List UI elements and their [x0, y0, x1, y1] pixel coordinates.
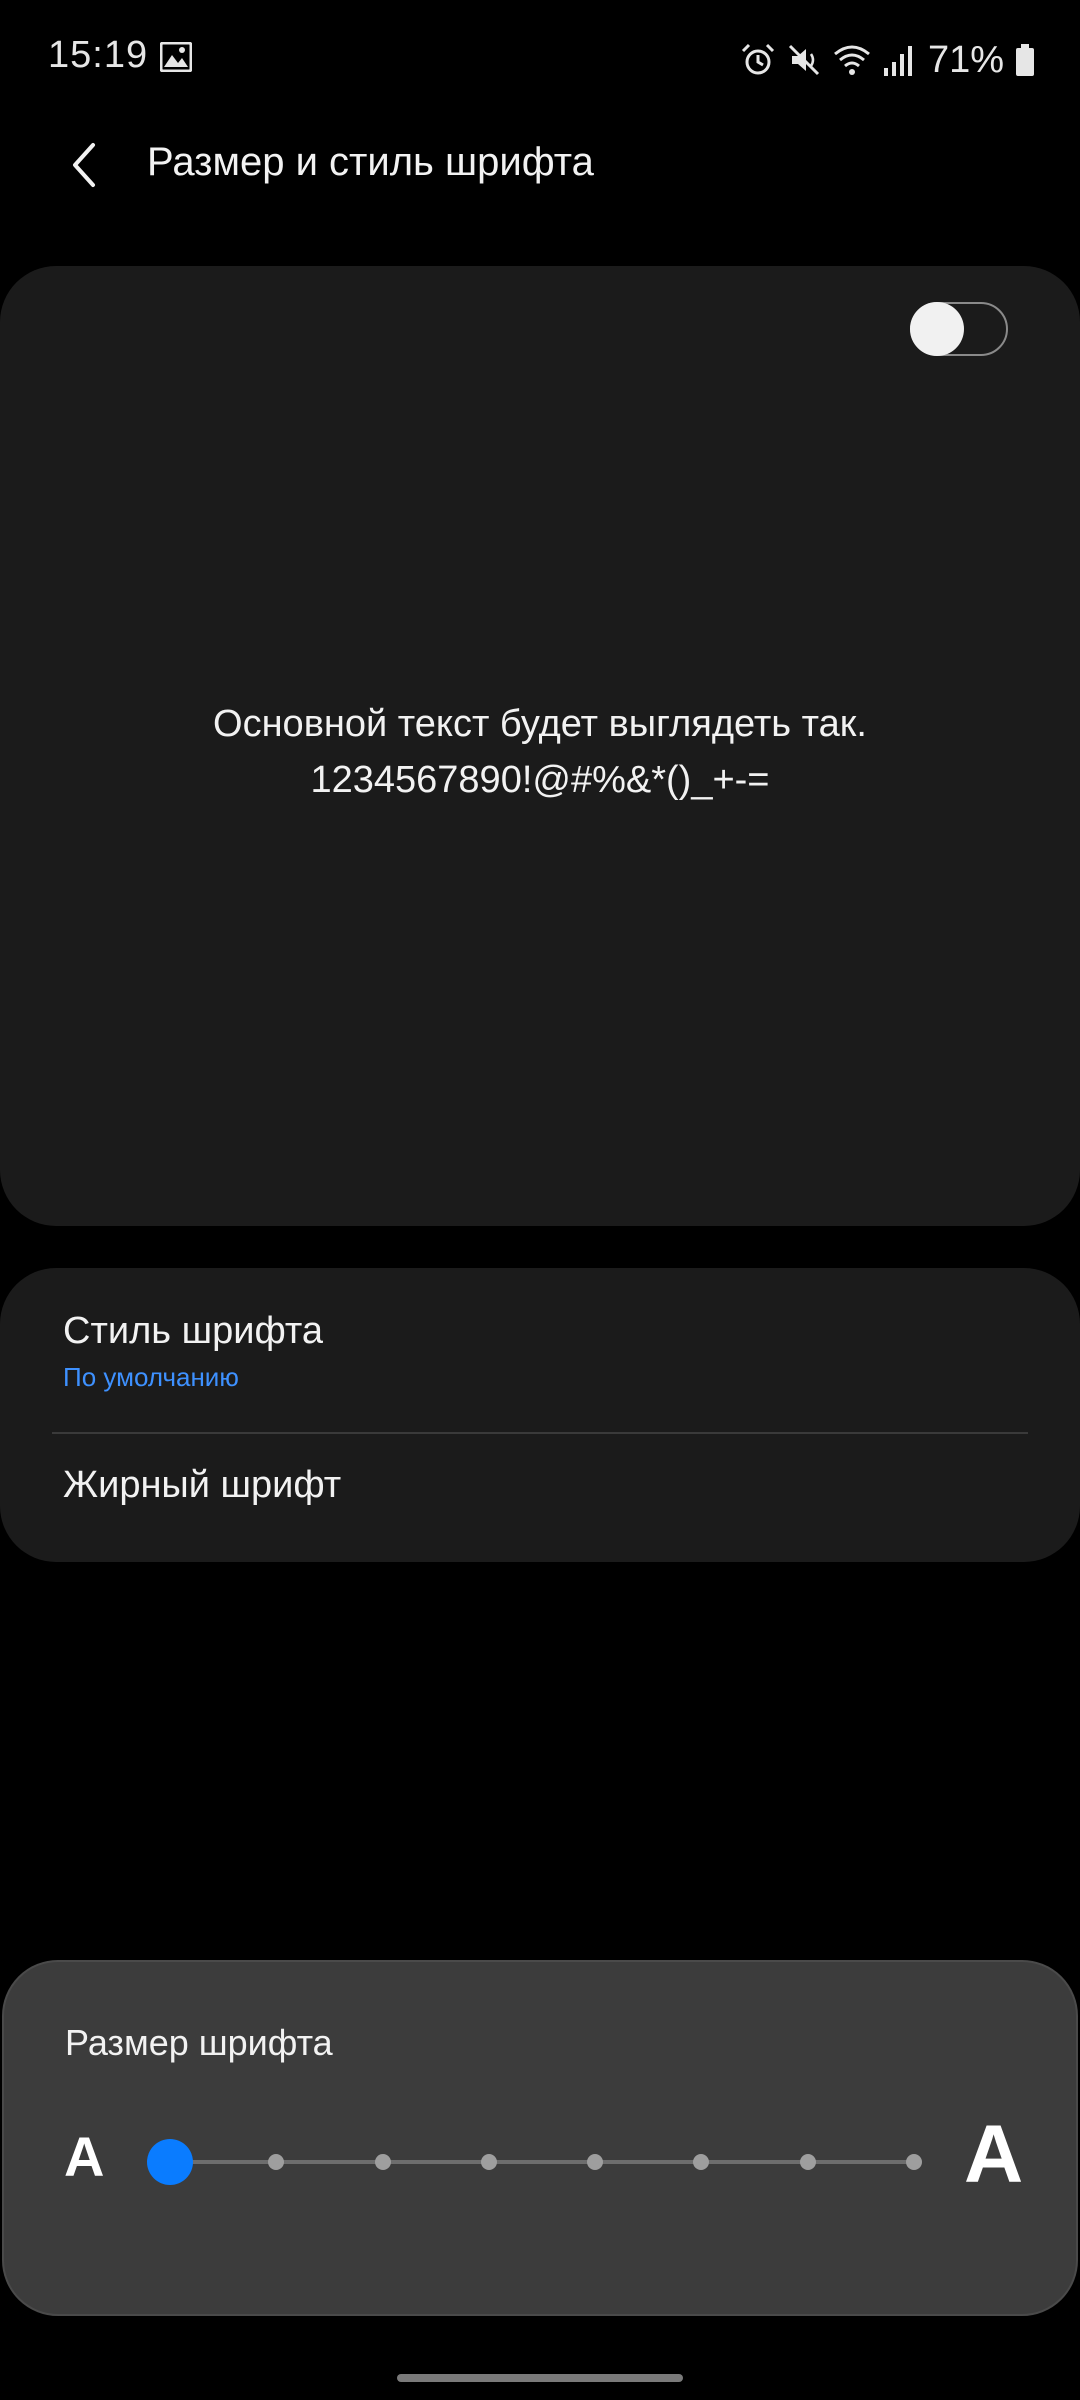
gallery-icon [160, 42, 192, 72]
settings-card: Стиль шрифта По умолчанию Жирный шрифт [0, 1268, 1080, 1562]
slider-step-dot[interactable] [693, 2154, 710, 2170]
chevron-left-icon [73, 143, 95, 187]
font-style-label: Стиль шрифта [63, 1310, 323, 1352]
slider-step-dot[interactable] [374, 2154, 391, 2170]
preview-line-2: 1234567890!@#%&*()_+-= [310, 759, 770, 801]
slider-step-dot[interactable] [268, 2154, 285, 2170]
large-font-label: A [964, 2109, 1024, 2200]
back-button[interactable] [50, 130, 120, 200]
page-title: Размер и стиль шрифта [147, 140, 594, 184]
slider-step-dot[interactable] [587, 2154, 604, 2170]
signal-icon [883, 46, 912, 76]
wifi-icon [833, 45, 870, 75]
status-icons: 71% [740, 38, 1036, 82]
status-bar: 15:19 71% [0, 0, 1080, 120]
bold-font-label: Жирный шрифт [63, 1464, 342, 1506]
preview-text: Основной текст будет выглядеть так. 1234… [0, 696, 1080, 808]
alarm-icon [741, 43, 774, 75]
preview-line-1: Основной текст будет выглядеть так. [213, 703, 867, 745]
slider-step-dot[interactable] [906, 2154, 922, 2170]
slider-step-dot[interactable] [480, 2154, 497, 2170]
font-size-title: Размер шрифта [65, 2022, 333, 2063]
font-style-item[interactable]: Стиль шрифта По умолчанию [0, 1268, 1080, 1432]
mute-icon [788, 44, 819, 76]
slider-thumb[interactable] [147, 2139, 193, 2185]
toggle-knob [910, 302, 964, 356]
bold-font-item[interactable]: Жирный шрифт [0, 1434, 1080, 1562]
font-preview-card: Основной текст будет выглядеть так. 1234… [0, 266, 1080, 1226]
battery-percent: 71% [927, 38, 1004, 81]
font-size-panel: Размер шрифта A A [2, 1960, 1078, 2316]
small-font-label: A [64, 2125, 105, 2188]
battery-icon [1016, 44, 1034, 76]
home-indicator [397, 2374, 683, 2382]
bold-font-toggle[interactable] [910, 302, 1008, 356]
app-bar: Размер и стиль шрифта [0, 120, 1080, 210]
status-time: 15:19 [48, 34, 149, 76]
font-size-slider[interactable] [144, 2122, 934, 2202]
font-style-value: По умолчанию [63, 1362, 239, 1392]
slider-step-dot[interactable] [799, 2154, 816, 2170]
